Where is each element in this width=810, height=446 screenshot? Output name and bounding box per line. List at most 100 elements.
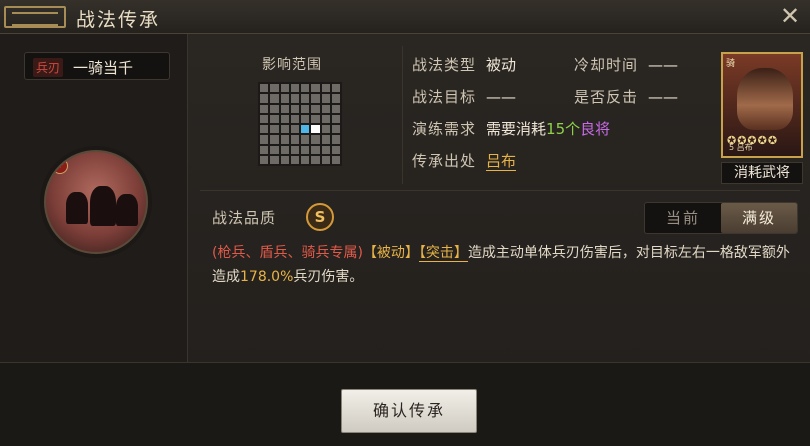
range-cell: [260, 155, 269, 164]
range-cell: [311, 155, 320, 164]
info-cooldown: 冷却时间 ——: [574, 54, 678, 75]
title-bar: 战法传承 ✕: [0, 0, 810, 34]
range-cell: [301, 94, 310, 103]
range-cell: [321, 155, 330, 164]
range-cell: [270, 125, 279, 134]
confirm-inherit-button[interactable]: 确认传承: [341, 389, 477, 433]
range-cell: [280, 135, 289, 144]
seal-icon: ✦: [52, 158, 68, 174]
range-cell: [260, 125, 269, 134]
toggle-current[interactable]: 当前: [645, 203, 721, 233]
rider-silhouette-icon: [66, 192, 88, 224]
range-cell: [311, 125, 320, 134]
range-cell: [311, 145, 320, 154]
range-cell: [321, 84, 330, 93]
range-cell: [311, 104, 320, 113]
range-cell: [331, 125, 340, 134]
general-card[interactable]: 骑 ✪✪✪✪✪ 5 吕布: [721, 52, 803, 158]
range-cell: [280, 114, 289, 123]
range-cell: [290, 104, 299, 113]
desc-restriction: (枪兵、盾兵、骑兵专属): [212, 245, 363, 261]
range-cell: [270, 104, 279, 113]
info-counter-label: 是否反击: [574, 88, 639, 106]
desc-text-2: 兵刃伤害。: [293, 269, 364, 285]
range-cell: [311, 94, 320, 103]
title-ornament-icon: [4, 6, 66, 28]
general-portrait: [737, 68, 793, 130]
range-cell: [260, 94, 269, 103]
range-cell: [321, 94, 330, 103]
range-cell: [290, 145, 299, 154]
info-type: 战法类型 被动: [412, 54, 516, 75]
range-cell: [331, 104, 340, 113]
range-cell: [260, 84, 269, 93]
origin-general-link[interactable]: 吕布: [486, 152, 517, 171]
range-cell: [270, 135, 279, 144]
info-train-prefix: 需要消耗: [486, 120, 547, 138]
info-cooldown-value: ——: [648, 56, 679, 74]
range-cell: [321, 145, 330, 154]
range-cell: [280, 125, 289, 134]
range-cell: [301, 155, 310, 164]
skill-name-tag: 兵刃 一骑当千: [24, 52, 170, 80]
quality-label: 战法品质: [212, 209, 277, 227]
range-cell: [280, 104, 289, 113]
range-cell: [280, 94, 289, 103]
range-cell: [270, 84, 279, 93]
range-cell: [280, 155, 289, 164]
range-cell: [290, 125, 299, 134]
range-cell: [301, 125, 310, 134]
info-train-label: 演练需求: [412, 120, 477, 138]
range-cell: [331, 94, 340, 103]
range-cell: [301, 84, 310, 93]
info-counter: 是否反击 ——: [574, 86, 678, 107]
range-cell: [311, 135, 320, 144]
info-cooldown-label: 冷却时间: [574, 56, 639, 74]
info-train: 演练需求 需要消耗15个良将: [412, 118, 610, 139]
close-button[interactable]: ✕: [778, 3, 802, 29]
range-cell: [331, 114, 340, 123]
range-cell: [331, 135, 340, 144]
info-target-value: ——: [486, 88, 517, 106]
range-cell: [301, 114, 310, 123]
rider-silhouette-icon: [116, 194, 138, 226]
info-counter-value: ——: [648, 88, 679, 106]
range-cell: [270, 145, 279, 154]
range-cell: [280, 145, 289, 154]
toggle-max[interactable]: 满级: [721, 203, 797, 233]
skill-description: (枪兵、盾兵、骑兵专属)【被动】【突击】造成主动单体兵刃伤害后，对目标左右一格敌…: [212, 241, 802, 289]
range-cell: [260, 145, 269, 154]
range-cell: [321, 114, 330, 123]
range-cell: [321, 135, 330, 144]
info-type-value: 被动: [486, 56, 517, 74]
range-cell: [301, 135, 310, 144]
range-cell: [260, 104, 269, 113]
range-cell: [270, 114, 279, 123]
range-cell: [280, 84, 289, 93]
desc-value: 178.0%: [240, 269, 294, 285]
divider: [402, 46, 403, 184]
range-cell: [270, 94, 279, 103]
range-grid: [258, 82, 342, 166]
card-mini-info: 5 吕布: [729, 143, 753, 152]
window-title: 战法传承: [76, 9, 161, 31]
range-cell: [311, 114, 320, 123]
info-train-item: 良将: [580, 120, 611, 138]
divider: [200, 190, 800, 191]
level-toggle: 当前 满级: [644, 202, 798, 234]
skill-type-badge: 兵刃: [33, 58, 64, 77]
range-label: 影响范围: [262, 57, 322, 73]
rider-silhouette-icon: [90, 186, 116, 226]
range-cell: [331, 84, 340, 93]
info-origin: 传承出处 吕布: [412, 150, 517, 171]
info-train-count: 15个: [546, 120, 581, 138]
range-cell: [321, 104, 330, 113]
desc-tag-burst: 【突击】: [418, 245, 468, 262]
card-troop-type: 骑: [726, 59, 736, 69]
range-cell: [331, 155, 340, 164]
range-cell: [290, 135, 299, 144]
quality-grade-badge: S: [306, 203, 334, 231]
range-cell: [331, 145, 340, 154]
range-cell: [270, 155, 279, 164]
range-cell: [301, 104, 310, 113]
